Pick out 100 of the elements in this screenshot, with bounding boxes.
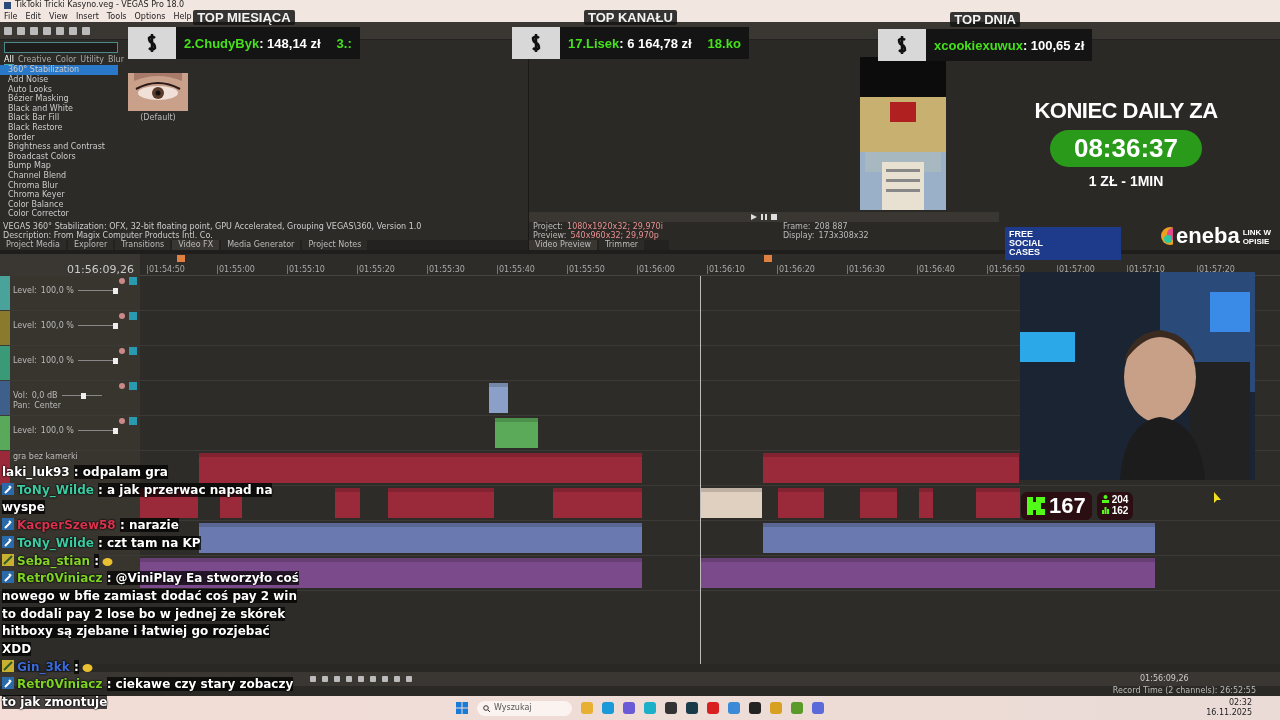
mute-icon[interactable]: [119, 313, 125, 320]
effect-item[interactable]: Black and White: [0, 103, 118, 114]
effect-info: VEGAS 360° Stabilization: OFX, 32-bit floating point, GPU Accelerated, Grouping VEGAS\360, Version 1.0: [3, 222, 423, 232]
level-label: Level:: [13, 321, 37, 331]
menu-item[interactable]: Insert: [75, 11, 99, 21]
effect-item[interactable]: Black Bar Fill: [0, 113, 118, 123]
solo-icon[interactable]: [129, 312, 137, 321]
video-clip[interactable]: [700, 488, 762, 519]
solo-icon[interactable]: [129, 417, 137, 426]
app-icon[interactable]: [665, 702, 677, 715]
level-value: 100,0 %: [40, 321, 74, 331]
bars-icon: [1101, 506, 1109, 514]
level-slider[interactable]: [77, 322, 118, 329]
menu-item[interactable]: Help: [173, 11, 192, 21]
level-slider[interactable]: [77, 427, 118, 434]
level-value: 100,0 %: [40, 356, 74, 366]
effect-info: Description: From Magix Computer Products Intl. Co.: [3, 231, 214, 241]
leaderboard-title: TOP KANAŁU: [584, 10, 677, 25]
ruler-label: 01:55:40: [497, 265, 535, 275]
audio-clip[interactable]: [700, 558, 1155, 589]
tab[interactable]: Video FX: [172, 240, 220, 251]
video-clip[interactable]: [553, 488, 642, 519]
tab[interactable]: Media Generator: [221, 240, 301, 251]
tab[interactable]: Color: [55, 55, 77, 66]
marker-flag[interactable]: [764, 255, 772, 263]
video-clip[interactable]: [199, 453, 642, 484]
leaderboard-title: TOP MIESIĄCA: [193, 10, 295, 25]
countdown-rate: 1 ZŁ - 1MIN: [1088, 173, 1164, 189]
effect-item[interactable]: Bézier Masking: [0, 94, 118, 104]
app-icon[interactable]: [749, 702, 761, 715]
video-clip[interactable]: [919, 488, 933, 519]
ruler-label: 01:56:10: [707, 265, 745, 275]
cursor-icon: [1214, 492, 1222, 504]
video-clip[interactable]: [495, 418, 538, 449]
menu-item[interactable]: View: [48, 11, 68, 21]
level-value: 100,0 %: [40, 426, 74, 436]
tab[interactable]: Blur: [107, 55, 124, 66]
effect-item[interactable]: Black Restore: [0, 123, 118, 133]
info-value: 208 887: [814, 222, 848, 232]
status-timecode: 01:56:09,26: [1140, 674, 1189, 684]
ruler-label: 01:54:50: [147, 265, 185, 275]
marker-flag[interactable]: [177, 255, 185, 263]
info-value: 173x308x32: [818, 231, 869, 241]
leaderboard-entry: 3.:: [335, 35, 353, 51]
effect-item[interactable]: Chroma Blur: [0, 180, 118, 191]
video-clip[interactable]: [976, 488, 1020, 519]
chat-message: laki_luk93 : odpalam gra: [1, 464, 169, 482]
level-slider[interactable]: [77, 287, 118, 294]
play-icon[interactable]: [751, 214, 757, 221]
effect-item[interactable]: Color Corrector: [0, 209, 118, 219]
app-icon: [4, 1, 11, 9]
tab[interactable]: Trimmer: [599, 240, 645, 251]
menu-item[interactable]: Tools: [106, 11, 127, 21]
video-clip[interactable]: [778, 488, 824, 519]
menu-item[interactable]: Edit: [25, 11, 41, 21]
solo-icon[interactable]: [129, 277, 137, 286]
mute-icon[interactable]: [119, 418, 125, 425]
audio-clip[interactable]: [763, 523, 1155, 554]
search-field[interactable]: Wyszukaj: [477, 700, 572, 716]
tab[interactable]: Project Notes: [302, 240, 368, 251]
ruler-label: 01:55:00: [217, 265, 255, 275]
start-icon[interactable]: [456, 702, 468, 715]
tab[interactable]: Explorer: [67, 240, 114, 251]
app-icon[interactable]: [686, 702, 698, 715]
tab[interactable]: Video Preview: [529, 240, 598, 251]
solo-icon[interactable]: [129, 347, 137, 356]
effect-item[interactable]: Channel Blend: [0, 170, 118, 181]
effect-item[interactable]: Brightness and Contrast: [0, 142, 118, 152]
video-clip[interactable]: [388, 488, 494, 519]
audio-clip[interactable]: [199, 523, 642, 554]
video-clip[interactable]: [763, 453, 1019, 484]
video-clip[interactable]: [335, 488, 360, 519]
solo-icon[interactable]: [129, 382, 137, 391]
clock-date: 16.11.2025: [1206, 708, 1252, 719]
effect-item[interactable]: Border: [0, 132, 118, 143]
info-value: 1080x1920x32; 29,970i: [567, 222, 663, 232]
pause-icon[interactable]: [761, 214, 767, 221]
effect-item[interactable]: Color Balance: [0, 199, 118, 210]
tab[interactable]: Transitions: [115, 240, 171, 251]
ruler-label: 01:56:00: [637, 265, 675, 275]
menu-item[interactable]: Options: [134, 11, 166, 21]
effect-item[interactable]: Chroma Keyer: [0, 190, 118, 200]
effect-item[interactable]: Bump Map: [0, 161, 118, 171]
mute-icon[interactable]: [119, 348, 125, 355]
timecode: 01:56:09,26: [67, 263, 134, 277]
audio-clip[interactable]: [489, 383, 508, 414]
mute-icon[interactable]: [119, 278, 125, 285]
mute-icon[interactable]: [119, 383, 125, 390]
menu-item[interactable]: File: [4, 11, 18, 21]
search-field[interactable]: [4, 42, 118, 54]
tab[interactable]: Utility: [80, 55, 104, 66]
person-icon: [1101, 495, 1109, 503]
brand-name: eneba: [1176, 226, 1240, 246]
effect-item[interactable]: Add Noise: [0, 75, 118, 85]
effect-item[interactable]: Broadcast Colors: [0, 151, 118, 162]
tab[interactable]: Project Media: [0, 240, 66, 251]
stop-icon[interactable]: [771, 214, 777, 221]
video-clip[interactable]: [860, 488, 897, 519]
level-slider[interactable]: [77, 357, 118, 364]
tab[interactable]: Creative: [17, 55, 52, 66]
